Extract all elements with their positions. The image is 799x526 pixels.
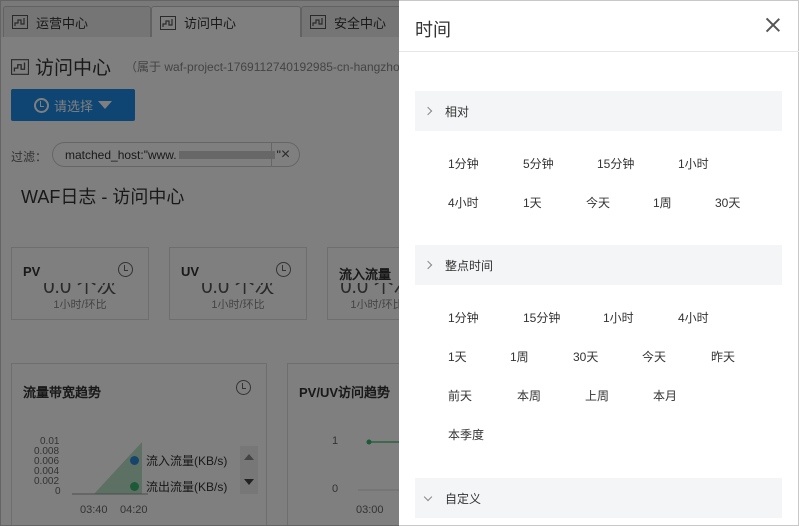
option-relative-1week[interactable]: 1周: [653, 194, 672, 211]
section-label: 相对: [445, 104, 470, 119]
option-whole-yesterday[interactable]: 昨天: [711, 348, 735, 365]
option-whole-15min[interactable]: 15分钟: [523, 309, 560, 326]
section-label: 整点时间: [445, 258, 494, 273]
option-whole-today[interactable]: 今天: [642, 348, 666, 365]
option-relative-today[interactable]: 今天: [586, 194, 610, 211]
option-whole-1day[interactable]: 1天: [448, 348, 467, 365]
modal-overlay[interactable]: [0, 0, 399, 526]
option-whole-1min[interactable]: 1分钟: [448, 309, 479, 326]
section-relative[interactable]: 相对: [415, 91, 782, 131]
option-whole-1hour[interactable]: 1小时: [603, 309, 634, 326]
section-whole-time[interactable]: 整点时间: [415, 245, 782, 285]
option-whole-this-month[interactable]: 本月: [653, 387, 677, 404]
option-relative-4hour[interactable]: 4小时: [448, 194, 479, 211]
option-relative-30day[interactable]: 30天: [715, 194, 740, 211]
chevron-down-icon: [423, 492, 433, 501]
section-custom[interactable]: 自定义: [415, 478, 782, 518]
option-whole-last-week[interactable]: 上周: [585, 387, 609, 404]
drawer-title: 时间: [415, 20, 451, 40]
chevron-right-icon: [423, 260, 433, 270]
option-relative-1day[interactable]: 1天: [523, 194, 542, 211]
option-relative-1min[interactable]: 1分钟: [448, 155, 479, 172]
option-relative-15min[interactable]: 15分钟: [597, 155, 634, 172]
option-relative-1hour[interactable]: 1小时: [678, 155, 709, 172]
option-whole-day-before[interactable]: 前天: [448, 387, 472, 404]
option-whole-this-quarter[interactable]: 本季度: [448, 426, 484, 443]
option-whole-30day[interactable]: 30天: [573, 348, 598, 365]
chevron-right-icon: [423, 106, 433, 116]
option-whole-this-week[interactable]: 本周: [517, 387, 541, 404]
time-drawer: 时间 相对 1分钟 5分钟 15分钟 1小时 4小时 1天 今天 1周 30天 …: [399, 0, 799, 526]
option-whole-1week[interactable]: 1周: [510, 348, 529, 365]
section-label: 自定义: [445, 491, 482, 506]
close-icon[interactable]: [765, 17, 781, 33]
drawer-header: 时间: [399, 1, 799, 52]
option-relative-5min[interactable]: 5分钟: [523, 155, 554, 172]
option-whole-4hour[interactable]: 4小时: [678, 309, 709, 326]
